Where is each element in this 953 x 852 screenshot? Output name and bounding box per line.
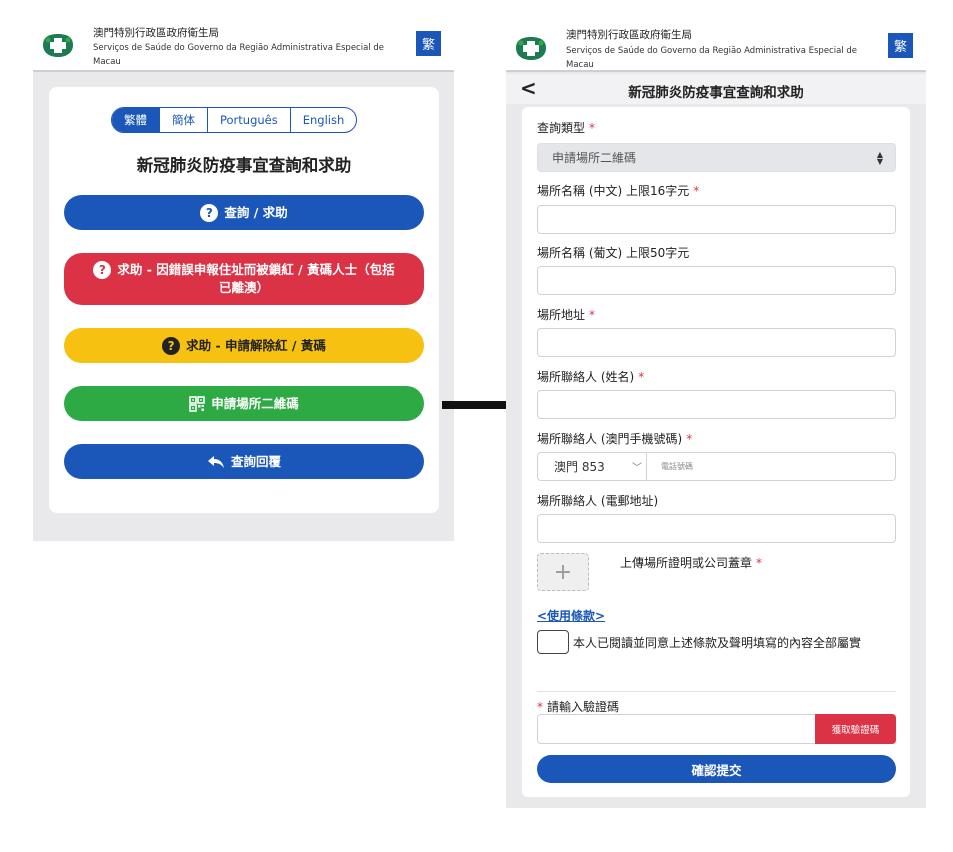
contact-email-label: 場所聯絡人 (電郵地址) — [537, 494, 659, 508]
contact-phone-label: 場所聯絡人 (澳門手機號碼) * — [537, 432, 693, 446]
language-toggle-button[interactable]: 繁 — [416, 31, 441, 56]
release-code-button[interactable]: ? 求助 - 申請解除紅 / 黃碼 — [64, 328, 424, 363]
phone-number-input[interactable] — [647, 453, 895, 480]
contact-phone-field: 澳門 853 ﹀ — [537, 452, 896, 481]
name-zh-label: 場所名稱 (中文) 上限16字元 * — [537, 184, 700, 198]
inquiry-button[interactable]: ? 查詢 / 求助 — [64, 195, 424, 230]
terms-link[interactable]: <使用條款> — [537, 607, 605, 624]
name-pt-label: 場所名稱 (葡文) 上限50字元 — [537, 246, 690, 260]
page-title: 新冠肺炎防疫事宜查詢和求助 — [136, 156, 352, 175]
inquiry-button-label: 查詢 / 求助 — [224, 204, 288, 220]
release-code-button-label: 求助 - 申請解除紅 / 黃碼 — [186, 337, 326, 353]
app-header: 澳門特別行政區政府衛生局 Serviços de Saúde do Govern… — [506, 22, 926, 72]
question-circle-icon: ? — [93, 261, 112, 279]
nav-bar: < 新冠肺炎防疫事宜查詢和求助 — [506, 74, 926, 104]
select-caret-icon: ▲ ▼ — [876, 150, 883, 166]
name-zh-input[interactable] — [537, 205, 896, 234]
wrong-address-help-button[interactable]: ? 求助 - 因錯誤申報住址而被鎖紅 / 黃碼人士（包括已離澳） — [64, 253, 424, 305]
apply-qr-button-label: 申請場所二維碼 — [211, 395, 299, 411]
divider — [537, 691, 896, 692]
health-logo-icon — [43, 34, 73, 57]
language-toggle-button[interactable]: 繁 — [888, 33, 913, 58]
lang-simplified[interactable]: 簡体 — [159, 108, 207, 132]
country-code-select[interactable]: 澳門 853 ﹀ — [538, 453, 647, 480]
contact-email-input[interactable] — [537, 514, 896, 543]
contact-name-label: 場所聯絡人 (姓名) * — [537, 370, 645, 384]
address-label: 場所地址 * — [537, 308, 596, 322]
screen-qr-form: 澳門特別行政區政府衛生局 Serviços de Saúde do Govern… — [506, 22, 926, 808]
address-input[interactable] — [537, 328, 896, 357]
org-name-pt: Serviços de Saúde do Governo da Região A… — [566, 46, 857, 70]
captcha-label: * 請輸入驗證碼 — [537, 700, 620, 714]
inquiry-reply-button[interactable]: 查詢回覆 — [64, 444, 424, 479]
lang-english[interactable]: English — [289, 108, 357, 132]
plus-icon: + — [553, 559, 573, 585]
agree-checkbox[interactable] — [537, 630, 569, 654]
health-logo-icon — [516, 37, 546, 60]
submit-button[interactable]: 確認提交 — [537, 755, 896, 783]
contact-name-input[interactable] — [537, 390, 896, 419]
screen-home: 澳門特別行政區政府衛生局 Serviços de Saúde do Govern… — [33, 19, 454, 541]
question-circle-icon: ? — [162, 336, 181, 355]
name-pt-input[interactable] — [537, 266, 896, 295]
qr-code-icon — [189, 395, 206, 412]
upload-button[interactable]: + — [537, 553, 589, 591]
lang-portuguese[interactable]: Português — [207, 108, 290, 132]
reply-arrow-icon — [207, 455, 224, 468]
apply-qr-button[interactable]: 申請場所二維碼 — [64, 386, 424, 421]
app-header: 澳門特別行政區政府衛生局 Serviços de Saúde do Govern… — [33, 19, 454, 72]
language-selector: 繁體 簡体 Português English — [111, 107, 358, 133]
chevron-down-icon: ﹀ — [632, 463, 642, 474]
org-name-zh: 澳門特別行政區政府衛生局 — [93, 27, 219, 39]
type-label: 查詢類型 * — [537, 121, 596, 135]
agree-text: 本人已閱讀並同意上述條款及聲明填寫的內容全部屬實 — [573, 636, 862, 650]
wrong-address-help-label: ? 求助 - 因錯誤申報住址而被鎖紅 / 黃碼人士（包括已離澳） — [88, 261, 400, 297]
type-select-value: 申請場所二維碼 — [552, 151, 637, 165]
page-title: 新冠肺炎防疫事宜查詢和求助 — [628, 85, 804, 101]
get-captcha-button[interactable]: 獲取驗證碼 — [815, 714, 896, 744]
question-circle-icon: ? — [200, 203, 219, 222]
qr-application-form: 查詢類型 * 申請場所二維碼 ▲ ▼ 場所名稱 (中文) 上限16字元 * 場所名稱 … — [522, 107, 910, 797]
org-name-pt: Serviços de Saúde do Governo da Região A… — [93, 43, 384, 67]
upload-label: 上傳場所證明或公司蓋章 * — [620, 556, 763, 570]
type-select[interactable]: 申請場所二維碼 ▲ ▼ — [537, 143, 896, 172]
inquiry-reply-button-label: 查詢回覆 — [230, 453, 281, 469]
lang-traditional[interactable]: 繁體 — [112, 108, 159, 132]
menu-card: 繁體 簡体 Português English 新冠肺炎防疫事宜查詢和求助 ? … — [49, 87, 439, 513]
org-name-zh: 澳門特別行政區政府衛生局 — [566, 29, 692, 41]
